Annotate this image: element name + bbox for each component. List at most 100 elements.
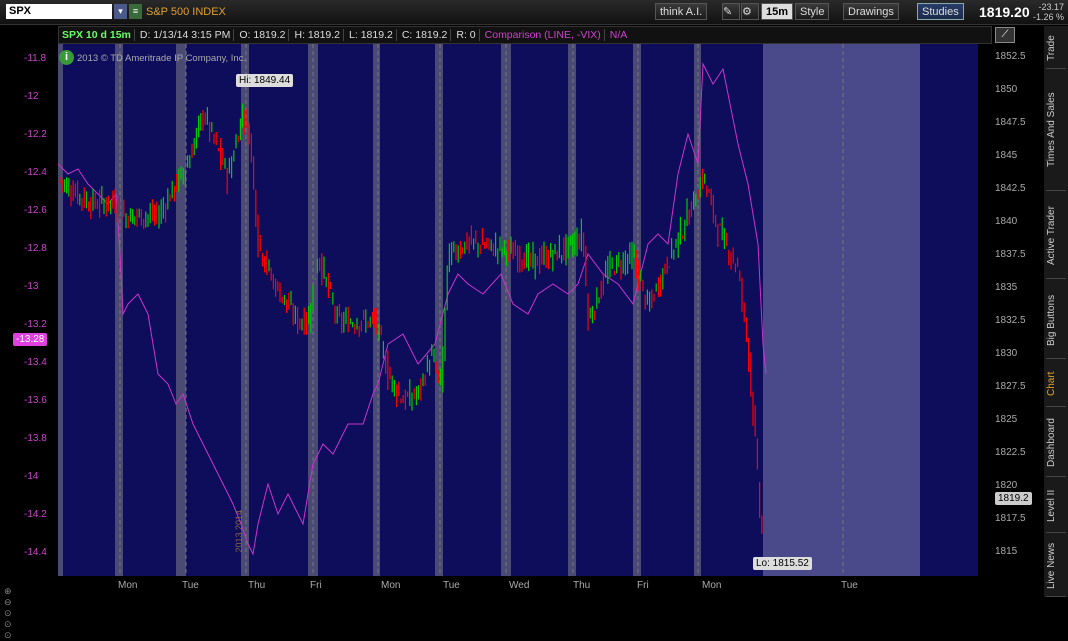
time-tick-label: Mon [702, 580, 722, 591]
price-tick-label: 1822.5 [995, 447, 1026, 458]
wrench-icon[interactable]: ⚙ [741, 3, 759, 20]
vix-tick-label: -12.2 [24, 129, 47, 140]
studies-button[interactable]: Studies [917, 3, 964, 20]
session-separator [58, 44, 63, 576]
info-r: R: 0 [453, 29, 480, 41]
info-close: C: 1819.2 [398, 29, 452, 41]
time-tick-label: Fri [637, 580, 649, 591]
info-comparison: Comparison (LINE, -VIX) [481, 29, 605, 41]
vix-tick-label: -12.4 [24, 167, 47, 178]
drawings-button[interactable]: Drawings [843, 3, 899, 20]
copyright-text: 2013 © TD Ameritrade IP Company, Inc. [77, 53, 247, 64]
price-tick-label: 1845 [995, 150, 1018, 161]
time-tick-label: Fri [310, 580, 322, 591]
side-tab[interactable]: Chart [1046, 362, 1066, 407]
session-separator [115, 44, 123, 576]
price-tick-label: 1850 [995, 84, 1018, 95]
price-tick-label: 1852.5 [995, 51, 1026, 62]
style-button[interactable]: Style [795, 3, 830, 20]
price-tick-label: 1820 [995, 480, 1018, 491]
symbol-dropdown-icon[interactable]: ▾ [114, 4, 127, 19]
info-icon[interactable]: i [59, 50, 74, 65]
info-low: L: 1819.2 [346, 29, 397, 41]
side-tab[interactable]: Live News [1046, 536, 1066, 597]
time-axis: Mon Tue Thu Fri Mon Tue Wed Thu Fri Mon Tue [58, 577, 978, 597]
think-ai-label: think A.I. [660, 6, 703, 18]
info-date: D: 1/13/14 3:15 PM [136, 29, 235, 41]
toolbar: SPX ▾ ≡ S&P 500 INDEX think A.I. ✎ ⚙ 15m… [0, 0, 1068, 25]
chart-settings-icon[interactable]: ⟋ [995, 27, 1015, 43]
vix-tick-label: -13.4 [24, 357, 47, 368]
session-separator [435, 44, 443, 576]
vix-tick-label: -13.6 [24, 395, 47, 406]
vix-tick-label: -12.8 [24, 243, 47, 254]
side-tab[interactable]: Times And Sales [1046, 70, 1066, 191]
price-tick-label: 1840 [995, 216, 1018, 227]
chart-title: SPX 10 d 15m [59, 29, 135, 41]
pencil-icon[interactable]: ✎ [722, 3, 740, 20]
period-button[interactable]: 15m [761, 3, 794, 20]
side-tab[interactable]: Active Trader [1046, 194, 1066, 279]
price-tick-label: 1827.5 [995, 381, 1026, 392]
symbol-input[interactable]: SPX [6, 4, 112, 19]
session-separator [176, 44, 186, 576]
vix-tick-label: -11.8 [24, 53, 47, 64]
last-price-marker: 1819.2 [995, 492, 1032, 505]
price-tick-label: 1837.5 [995, 249, 1026, 260]
side-tab[interactable]: Level II [1046, 480, 1066, 533]
vix-tick-label: -13.2 [24, 319, 47, 330]
session-separator [568, 44, 576, 576]
time-tick-label: Mon [381, 580, 401, 591]
vix-tick-label: -13.8 [24, 433, 47, 444]
symbol-description: S&P 500 INDEX [146, 6, 226, 18]
price-change: -23.17 -1.26 % [1033, 2, 1064, 22]
price-tick-label: 1817.5 [995, 513, 1026, 524]
vix-tick-label: -13 [24, 281, 39, 292]
last-price: 1819.20 [979, 4, 1030, 20]
price-tick-label: 1847.5 [995, 117, 1026, 128]
price-tick-label: 1835 [995, 282, 1018, 293]
vix-tick-label: -14 [24, 471, 39, 482]
chart-info-bar: SPX 10 d 15m D: 1/13/14 3:15 PM O: 1819.2 H… [58, 26, 992, 44]
time-tick-label: Tue [443, 580, 460, 591]
price-tick-label: 1830 [995, 348, 1018, 359]
vix-axis: -11.8 -12 -12.2 -12.4 -12.6 -12.8 -13 -13.2 -13.… [0, 44, 56, 576]
price-tick-label: 1832.5 [995, 315, 1026, 326]
side-tab[interactable]: Big Buttons [1046, 282, 1066, 359]
time-tick-label: Thu [573, 580, 591, 591]
vix-tick-label: -12 [24, 91, 39, 102]
vix-tick-label: -12.6 [24, 205, 47, 216]
drawings-label: Drawings [848, 6, 894, 18]
session-separator [633, 44, 641, 576]
vix-marker: -13.28 [13, 333, 48, 346]
side-tab[interactable]: Dashboard [1046, 410, 1066, 477]
year-marker: 2013 2014 [234, 510, 244, 553]
price-tick-label: 1842.5 [995, 183, 1026, 194]
time-tick-label: Tue [841, 580, 858, 591]
price-tick-label: 1825 [995, 414, 1018, 425]
chart-svg [58, 44, 920, 576]
low-label: Lo: 1815.52 [753, 557, 812, 570]
studies-label: Studies [922, 6, 959, 18]
symbol-link-icon[interactable]: ≡ [129, 4, 142, 19]
style-label: Style [800, 6, 825, 18]
time-tick-label: Thu [248, 580, 266, 591]
think-ai-button[interactable]: think A.I. [655, 3, 708, 20]
vix-tick-label: -14.4 [24, 547, 47, 558]
zoom-icon[interactable]: ⊕ ⊖ ⊙ ⊙ ⊙ [4, 586, 12, 641]
side-tab-panel: Trade Times And Sales Active Trader Big But… [1044, 26, 1068, 597]
vix-comparison-line [58, 62, 767, 556]
vix-tick-label: -14.2 [24, 509, 47, 520]
high-label: Hi: 1849.44 [236, 74, 294, 87]
future-region [763, 44, 920, 576]
info-open: O: 1819.2 [236, 29, 290, 41]
price-chart[interactable] [58, 44, 978, 576]
change-value: -23.17 [1038, 2, 1064, 12]
info-na: N/A [609, 29, 628, 41]
side-tab[interactable]: Trade [1046, 28, 1066, 69]
time-tick-label: Mon [118, 580, 138, 591]
info-high: H: 1819.2 [291, 29, 345, 41]
price-tick-label: 1815 [995, 546, 1018, 557]
change-percent: -1.26 % [1032, 12, 1064, 22]
time-tick-label: Wed [509, 580, 530, 591]
